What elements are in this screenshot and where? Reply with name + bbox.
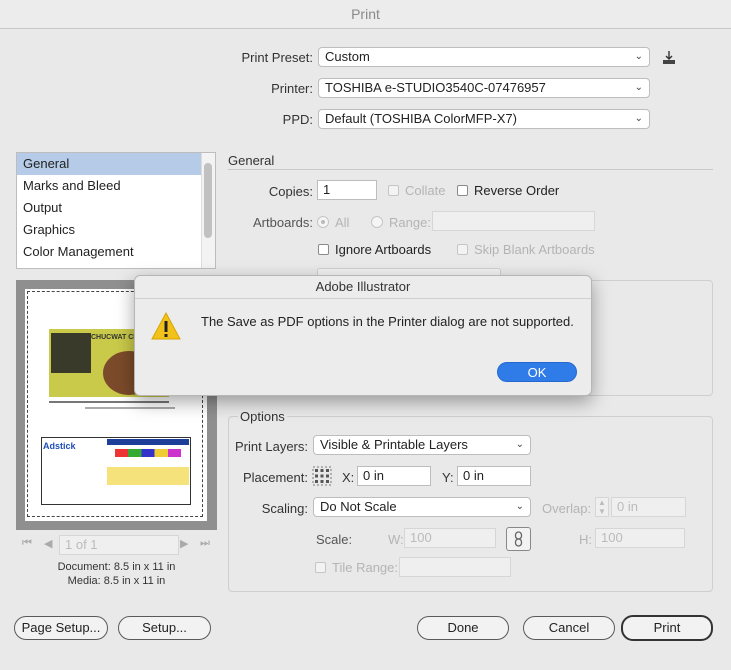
chevron-down-icon: ⌄ — [515, 501, 524, 512]
sidebar-item-general[interactable]: General — [17, 153, 203, 175]
alert-title: Adobe Illustrator — [135, 276, 591, 299]
chevron-down-icon: ⌄ — [515, 439, 524, 450]
chevron-down-icon: ⌄ — [634, 51, 643, 62]
overlap-label: Overlap: — [542, 501, 592, 516]
window-title: Print — [0, 0, 731, 29]
placement-label: Placement: — [242, 470, 308, 485]
printer-value: TOSHIBA e-STUDIO3540C-07476957 — [325, 80, 546, 95]
h-input[interactable]: 100 — [595, 528, 685, 548]
overlap-input[interactable]: 0 in — [611, 497, 686, 517]
y-input[interactable]: 0 in — [457, 466, 531, 486]
sidebar-item-graphics[interactable]: Graphics — [17, 219, 203, 241]
printer-label: Printer: — [271, 81, 313, 96]
sidebar-item-marks-and-bleed[interactable]: Marks and Bleed — [17, 175, 203, 197]
warning-icon — [150, 310, 182, 342]
print-layers-label: Print Layers: — [235, 439, 308, 454]
print-button[interactable]: Print — [621, 615, 713, 641]
placement-grid-icon[interactable] — [312, 466, 332, 486]
ppd-label: PPD: — [282, 112, 313, 127]
section-divider — [228, 169, 713, 170]
artboards-all-label: All — [335, 215, 350, 230]
w-label: W: — [388, 532, 404, 547]
media-size: Media: 8.5 in x 11 in — [67, 575, 166, 587]
document-size: Document: 8.5 in x 11 in — [57, 561, 176, 573]
alert-dialog: Adobe Illustrator The Save as PDF option… — [134, 275, 592, 396]
flyer-brand: Adstick — [43, 441, 76, 451]
list-scrollbar[interactable] — [201, 153, 215, 268]
x-input[interactable]: 0 in — [357, 466, 431, 486]
artboards-label: Artboards: — [253, 215, 313, 230]
cancel-button[interactable]: Cancel — [523, 616, 615, 640]
ignore-artboards-label: Ignore Artboards — [335, 242, 432, 257]
scaling-label: Scaling: — [261, 501, 308, 516]
ignore-artboards-checkbox[interactable] — [318, 244, 329, 255]
print-preset-value: Custom — [325, 49, 370, 64]
reverse-order-label: Reverse Order — [474, 183, 560, 198]
h-label: H: — [579, 532, 592, 547]
alert-message: The Save as PDF options in the Printer d… — [201, 314, 574, 329]
category-list[interactable]: General Marks and Bleed Output Graphics … — [16, 152, 216, 269]
print-preset-select[interactable]: Custom ⌄ — [318, 47, 650, 67]
copies-input[interactable]: 1 — [317, 180, 377, 200]
flyer-highlight — [107, 467, 189, 485]
preview-nav: ⏮ ◀ 1 of 1 ▶ ⏭ — [16, 533, 217, 557]
tile-range-input[interactable] — [399, 557, 511, 577]
skip-blank-artboards-label: Skip Blank Artboards — [474, 242, 595, 257]
setup-button[interactable]: Setup... — [118, 616, 211, 640]
scaling-value: Do Not Scale — [320, 499, 397, 514]
chevron-down-icon: ⌄ — [634, 113, 643, 124]
prev-page-icon[interactable]: ◀ — [44, 537, 52, 550]
artboards-all-radio[interactable] — [317, 216, 329, 228]
scale-label: Scale: — [316, 532, 353, 547]
range-input[interactable] — [432, 211, 595, 231]
y-label: Y: — [442, 470, 454, 485]
first-page-icon[interactable]: ⏮ — [22, 537, 32, 550]
print-layers-value: Visible & Printable Layers — [320, 437, 468, 452]
flyer-rule — [49, 401, 169, 403]
link-icon — [514, 531, 523, 547]
general-section-title: General — [228, 153, 275, 168]
print-preset-label: Print Preset: — [241, 50, 313, 65]
options-section-title: Options — [238, 409, 287, 424]
ok-button[interactable]: OK — [497, 362, 577, 382]
page-setup-button[interactable]: Page Setup... — [14, 616, 108, 640]
tile-range-checkbox[interactable] — [315, 562, 326, 573]
overlap-stepper[interactable]: ▲ ▼ — [595, 497, 609, 517]
ppd-value: Default (TOSHIBA ColorMFP-X7) — [325, 111, 517, 126]
skip-blank-artboards-checkbox[interactable] — [457, 244, 468, 255]
next-page-icon[interactable]: ▶ — [180, 537, 188, 550]
w-input[interactable]: 100 — [404, 528, 496, 548]
collate-checkbox[interactable] — [388, 185, 399, 196]
artboards-range-label: Range: — [389, 215, 431, 230]
reverse-order-checkbox[interactable] — [457, 185, 468, 196]
copies-label: Copies: — [268, 184, 313, 199]
flyer-table-header — [107, 439, 189, 445]
printer-select[interactable]: TOSHIBA e-STUDIO3540C-07476957 ⌄ — [318, 78, 650, 98]
flyer-photo-left — [51, 333, 91, 373]
print-layers-select[interactable]: Visible & Printable Layers ⌄ — [313, 435, 531, 455]
artboards-range-radio[interactable] — [371, 216, 383, 228]
list-scroll-thumb[interactable] — [204, 163, 212, 238]
ppd-select[interactable]: Default (TOSHIBA ColorMFP-X7) ⌄ — [318, 109, 650, 129]
last-page-icon[interactable]: ⏭ — [200, 537, 210, 550]
done-button[interactable]: Done — [417, 616, 509, 640]
save-preset-icon[interactable] — [660, 49, 678, 67]
x-label: X: — [342, 470, 355, 485]
scaling-select[interactable]: Do Not Scale ⌄ — [313, 497, 531, 517]
constrain-proportions-button[interactable] — [506, 527, 531, 551]
page-indicator[interactable]: 1 of 1 — [59, 535, 179, 555]
tile-range-label: Tile Range: — [332, 560, 398, 575]
sidebar-item-output[interactable]: Output — [17, 197, 203, 219]
sidebar-item-color-management[interactable]: Color Management — [17, 241, 203, 263]
collate-label: Collate — [405, 183, 446, 198]
flyer-line — [85, 407, 175, 409]
chevron-down-icon: ⌄ — [634, 82, 643, 93]
flyer-color-swatches — [115, 449, 181, 457]
